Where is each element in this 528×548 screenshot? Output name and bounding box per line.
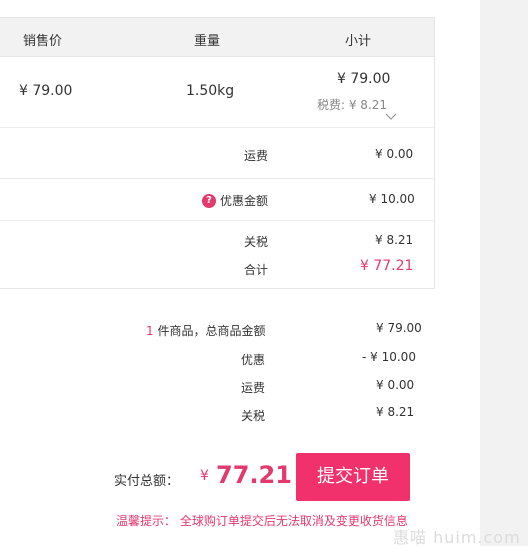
total-value: ¥ 77.21: [360, 258, 414, 274]
submit-order-button[interactable]: 提交订单: [296, 453, 410, 501]
question-icon[interactable]: ?: [202, 194, 216, 208]
discount-label: 优惠金额: [220, 194, 269, 208]
discount-value-2: - ¥ 10.00: [362, 350, 416, 364]
payment-currency: ¥: [200, 468, 209, 484]
header-price: 销售价: [23, 34, 63, 49]
right-gutter: [480, 0, 528, 546]
order-table: 销售价 重量 小计 ¥ 79.00 1.50kg ¥ 79.00 税费: ¥ 8…: [0, 17, 435, 289]
goods-value: ¥ 79.00: [376, 321, 422, 335]
divider: [0, 178, 434, 179]
tariff-value: ¥ 8.21: [375, 233, 414, 247]
total-label: 合计: [244, 263, 269, 277]
tariff-value-2: ¥ 8.21: [376, 405, 415, 419]
payment-label: 实付总额：: [114, 474, 180, 489]
tariff-label: 关税: [244, 235, 269, 249]
goods-count-line: 1 件商品，总商品金额: [146, 322, 265, 339]
item-tax-note[interactable]: 税费: ¥ 8.21: [317, 96, 387, 113]
goods-count-text: 件商品，总商品金额: [153, 324, 266, 338]
header-subtotal: 小计: [345, 34, 372, 49]
shipping-label: 运费: [244, 149, 269, 163]
notice-text: 温馨提示： 全球购订单提交后无法取消及变更收货信息: [116, 514, 408, 528]
discount-label-2: 优惠: [241, 353, 266, 367]
table-header: 销售价 重量 小计: [0, 18, 434, 57]
item-price: ¥ 79.00: [19, 83, 73, 99]
discount-value: ¥ 10.00: [369, 192, 415, 206]
shipping-value-2: ¥ 0.00: [376, 378, 415, 392]
header-weight: 重量: [194, 34, 221, 49]
item-weight: 1.50kg: [186, 83, 235, 99]
chevron-down-icon[interactable]: [385, 112, 397, 122]
payment-amount: 77.21: [216, 461, 292, 489]
shipping-label-2: 运费: [241, 381, 266, 395]
divider: [0, 127, 434, 128]
item-subtotal: ¥ 79.00: [337, 71, 391, 87]
shipping-value: ¥ 0.00: [375, 147, 414, 161]
tariff-label-2: 关税: [241, 409, 266, 423]
watermark: 惠喵 huim.com: [393, 528, 521, 547]
divider: [0, 220, 434, 221]
goods-count: 1: [146, 324, 154, 338]
